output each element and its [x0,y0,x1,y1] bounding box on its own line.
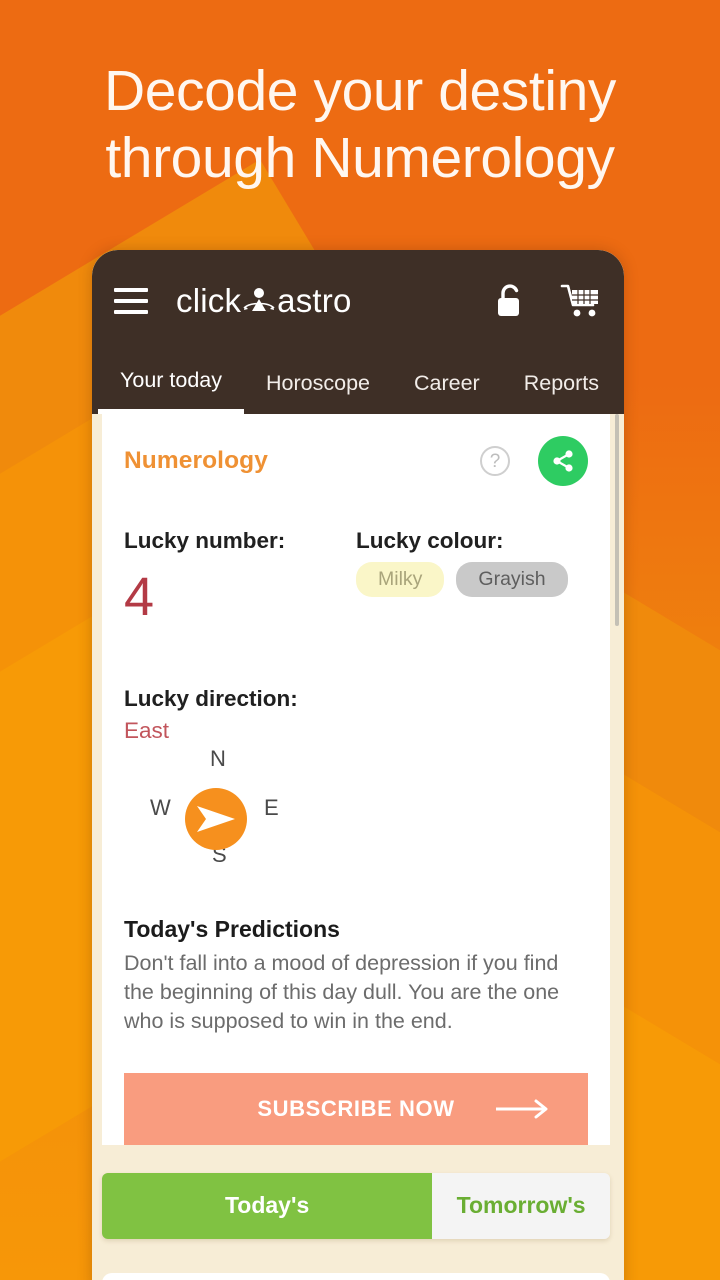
lucky-colour-pill: Milky [356,562,445,597]
phone-screen: click astro Your today Horoscope Career … [92,250,624,1280]
day-toggle-today[interactable]: Today's [102,1172,433,1239]
numerology-title: Numerology [124,447,268,474]
lucky-direction-label: Lucky direction: [124,686,298,711]
tab-career[interactable]: Career [392,352,502,414]
promo-headline: Decode your destiny through Numerology [0,58,720,193]
lucky-colour-pills: Milky Grayish [356,562,588,597]
numerology-card-actions: ? [480,436,588,486]
tab-label: Horoscope [266,370,370,395]
promo-headline-line1: Decode your destiny [103,59,617,123]
day-toggle-today-label: Today's [224,1192,310,1219]
content-scroll-area[interactable]: Numerology ? Lucky number: 4 Lucky colou… [92,414,624,1280]
day-toggle: Today's Tomorrow's [102,1172,610,1239]
tab-couple[interactable]: Cou [621,352,624,414]
scrollbar-thumb[interactable] [615,414,619,626]
tab-label: Career [414,370,480,395]
tab-your-today[interactable]: Your today [98,352,245,414]
astro-figure-icon [242,285,276,317]
predictions-title: Today's Predictions [124,916,340,942]
subscribe-button-label: SUBSCRIBE NOW [257,1095,455,1121]
app-bar: click astro [92,250,624,352]
question-mark-circle-icon[interactable]: ? [480,446,510,476]
lucky-row: Lucky number: 4 Lucky colour: Milky Gray… [124,528,588,624]
lucky-colour-label: Lucky colour: [356,528,504,553]
subscribe-button[interactable]: SUBSCRIBE NOW [124,1072,588,1145]
tab-horoscope[interactable]: Horoscope [244,352,392,414]
share-icon[interactable] [538,436,588,486]
card-spacer [102,1239,610,1273]
compass-needle-icon [197,806,235,832]
day-toggle-tomorrow[interactable]: Tomorrow's [432,1172,610,1239]
hamburger-menu-icon[interactable] [114,288,148,314]
arrow-right-icon [494,1097,550,1121]
app-logo: click astro [176,282,352,320]
lucky-number-block: Lucky number: 4 [124,528,356,624]
numerology-card-header: Numerology ? [124,432,588,486]
compass-widget: N W E S [150,746,282,890]
numerology-card: Numerology ? Lucky number: 4 Lucky colou… [102,414,610,1145]
tab-label: Reports [523,370,600,395]
lucky-direction-value: East [124,718,170,743]
shopping-cart-icon[interactable] [560,282,602,320]
compass-dial [185,788,247,850]
tab-bar: Your today Horoscope Career Reports Cou [92,352,624,414]
day-toggle-tomorrow-label: Tomorrow's [456,1192,586,1219]
lucky-number-value: 4 [124,567,155,627]
compass-label-east: E [264,795,279,820]
lucky-colour-block: Lucky colour: Milky Grayish [356,528,588,624]
app-logo-text-left: click [176,282,242,319]
lucky-number-label: Lucky number: [124,528,286,553]
tab-label: Your today [120,368,223,392]
mantra-card: Mantra of the day ? [102,1272,610,1280]
app-logo-text-right: astro [277,282,352,319]
lucky-direction-block: Lucky direction: East N W E S [124,686,588,890]
predictions-body: Don't fall into a mood of depression if … [124,951,560,1034]
padlock-icon[interactable] [492,281,526,321]
lucky-colour-pill: Grayish [456,562,568,597]
promo-headline-line2: through Numerology [105,126,615,191]
compass-label-west: W [150,795,171,820]
tab-reports[interactable]: Reports [502,352,621,414]
compass-label-north: N [210,746,226,771]
